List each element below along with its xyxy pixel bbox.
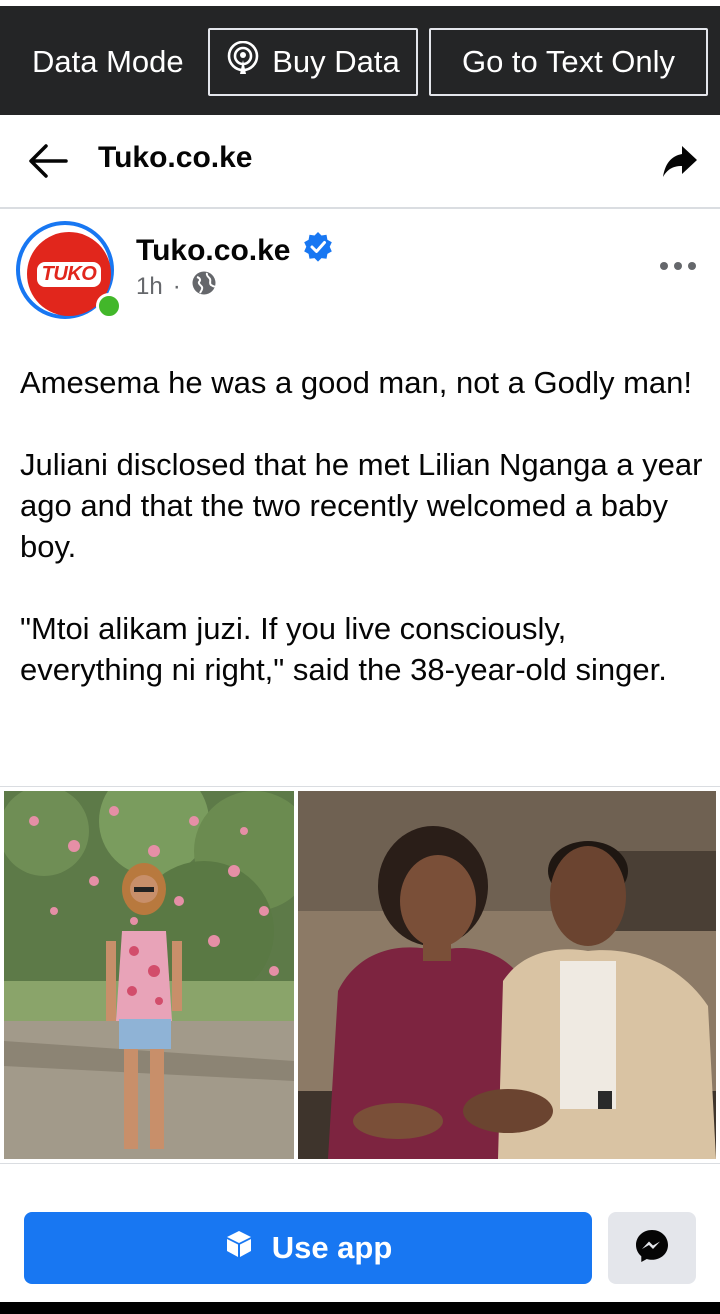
- cube-icon: [224, 1229, 254, 1267]
- photo-couple[interactable]: [298, 791, 716, 1159]
- messenger-button[interactable]: [608, 1212, 696, 1284]
- globe-icon: [191, 270, 217, 303]
- verified-badge-icon: [302, 231, 334, 271]
- avatar[interactable]: TUKO: [16, 221, 124, 329]
- share-arrow-icon[interactable]: [660, 141, 700, 186]
- data-mode-bar: Data Mode Buy Data Go to Text Only: [0, 0, 720, 115]
- more-dots-icon[interactable]: [658, 256, 698, 281]
- messenger-icon: [634, 1228, 670, 1269]
- text-only-button[interactable]: Go to Text Only: [429, 28, 708, 96]
- data-mode-label: Data Mode: [32, 44, 184, 79]
- post-author-name[interactable]: Tuko.co.ke: [136, 234, 290, 268]
- buy-data-label: Buy Data: [272, 44, 400, 79]
- post-paragraph: "Mtoi alikam juzi. If you live conscious…: [20, 611, 667, 687]
- text-only-label: Go to Text Only: [461, 44, 676, 79]
- post-body: Amesema he was a good man, not a Godly m…: [20, 362, 704, 731]
- meta-separator: ·: [172, 272, 181, 300]
- post-meta: 1h ·: [136, 270, 217, 303]
- podcast-icon: [226, 40, 260, 83]
- post-author[interactable]: Tuko.co.ke: [136, 231, 334, 271]
- header-title: Tuko.co.ke: [98, 141, 253, 174]
- system-bottom-bar: [0, 1302, 720, 1314]
- post-paragraph: Amesema he was a good man, not a Godly m…: [20, 365, 693, 400]
- use-app-label: Use app: [271, 1230, 393, 1265]
- photo-woman-garden[interactable]: [4, 791, 294, 1159]
- post-photos: [0, 786, 720, 1164]
- logo-text: TUKO: [36, 261, 102, 287]
- use-app-button[interactable]: Use app: [24, 1212, 592, 1284]
- buy-data-button[interactable]: Buy Data: [208, 28, 418, 96]
- page-header: Tuko.co.ke: [0, 115, 720, 209]
- post-paragraph: Juliani disclosed that he met Lilian Nga…: [20, 447, 703, 564]
- post-time[interactable]: 1h: [136, 273, 163, 301]
- online-status-dot: [96, 293, 122, 319]
- arrow-left-icon[interactable]: [26, 141, 70, 186]
